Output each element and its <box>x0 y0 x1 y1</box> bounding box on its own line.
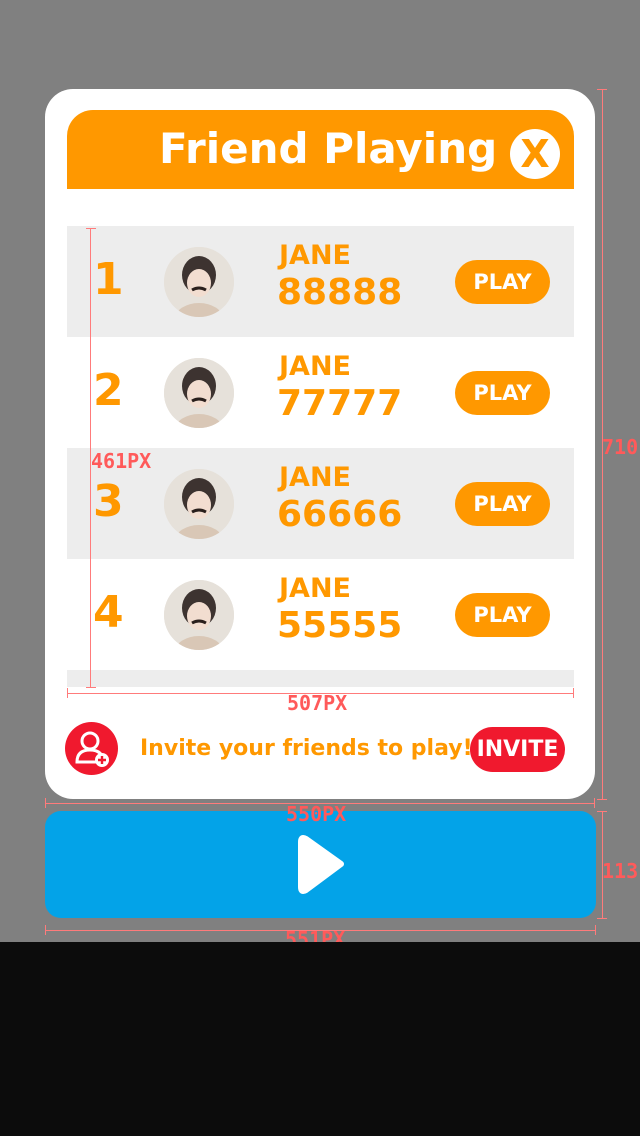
start-game-button[interactable] <box>45 811 596 918</box>
add-user-icon[interactable] <box>65 722 118 775</box>
player-score: 77777 <box>277 383 403 424</box>
player-name: JANE <box>279 573 351 604</box>
panel-title: Friend Playing <box>159 124 498 173</box>
play-button[interactable]: PLAY <box>455 593 550 637</box>
avatar-icon <box>164 580 234 650</box>
list-height-label: 461PX <box>91 449 152 473</box>
dimension-tick <box>597 799 607 800</box>
play-button[interactable]: PLAY <box>455 371 550 415</box>
bar-height-label: 113 <box>602 859 639 883</box>
rank-number: 3 <box>93 476 124 527</box>
close-button[interactable]: X <box>510 129 560 179</box>
game-stage: Friend Playing X 1 JANE 88888 PLAY 2 JAN… <box>0 0 640 951</box>
panel-header: Friend Playing X <box>67 110 574 189</box>
list-item: 2 JANE 77777 PLAY <box>67 337 574 448</box>
play-button[interactable]: PLAY <box>455 482 550 526</box>
dimension-tick <box>595 925 596 935</box>
dimension-tick <box>86 687 96 688</box>
avatar-icon <box>164 247 234 317</box>
dimension-tick <box>45 925 46 935</box>
player-name: JANE <box>279 462 351 493</box>
avatar <box>164 247 234 317</box>
play-icon <box>298 835 344 894</box>
dimension-tick <box>594 798 595 808</box>
dimension-tick <box>573 688 574 698</box>
play-button[interactable]: PLAY <box>455 260 550 304</box>
dimension-tick <box>597 89 607 90</box>
player-score: 66666 <box>277 494 403 535</box>
list-width-label: 507PX <box>287 691 348 715</box>
panel-height-label: 710 <box>602 435 639 459</box>
dimension-tick <box>67 688 68 698</box>
avatar-icon <box>164 469 234 539</box>
avatar <box>164 469 234 539</box>
rank-number: 4 <box>93 587 124 638</box>
rank-number: 2 <box>93 365 124 416</box>
panel-width-label: 550PX <box>286 802 347 826</box>
player-score: 55555 <box>277 605 403 646</box>
avatar <box>164 580 234 650</box>
list-item: 4 JANE 55555 PLAY <box>67 559 574 670</box>
dimension-tick <box>45 798 46 808</box>
invite-message: Invite your friends to play! <box>140 736 473 761</box>
bottom-blank-area <box>0 942 640 1136</box>
avatar <box>164 358 234 428</box>
player-name: JANE <box>279 351 351 382</box>
player-score: 88888 <box>277 272 403 313</box>
player-name: JANE <box>279 240 351 271</box>
dimension-tick <box>86 228 96 229</box>
list-item: 1 JANE 88888 PLAY <box>67 226 574 337</box>
avatar-icon <box>164 358 234 428</box>
invite-button[interactable]: INVITE <box>470 727 565 772</box>
dimension-tick <box>597 811 607 812</box>
close-icon: X <box>520 132 550 176</box>
rank-number: 1 <box>93 254 124 305</box>
dimension-tick <box>597 918 607 919</box>
list-item <box>67 670 574 687</box>
